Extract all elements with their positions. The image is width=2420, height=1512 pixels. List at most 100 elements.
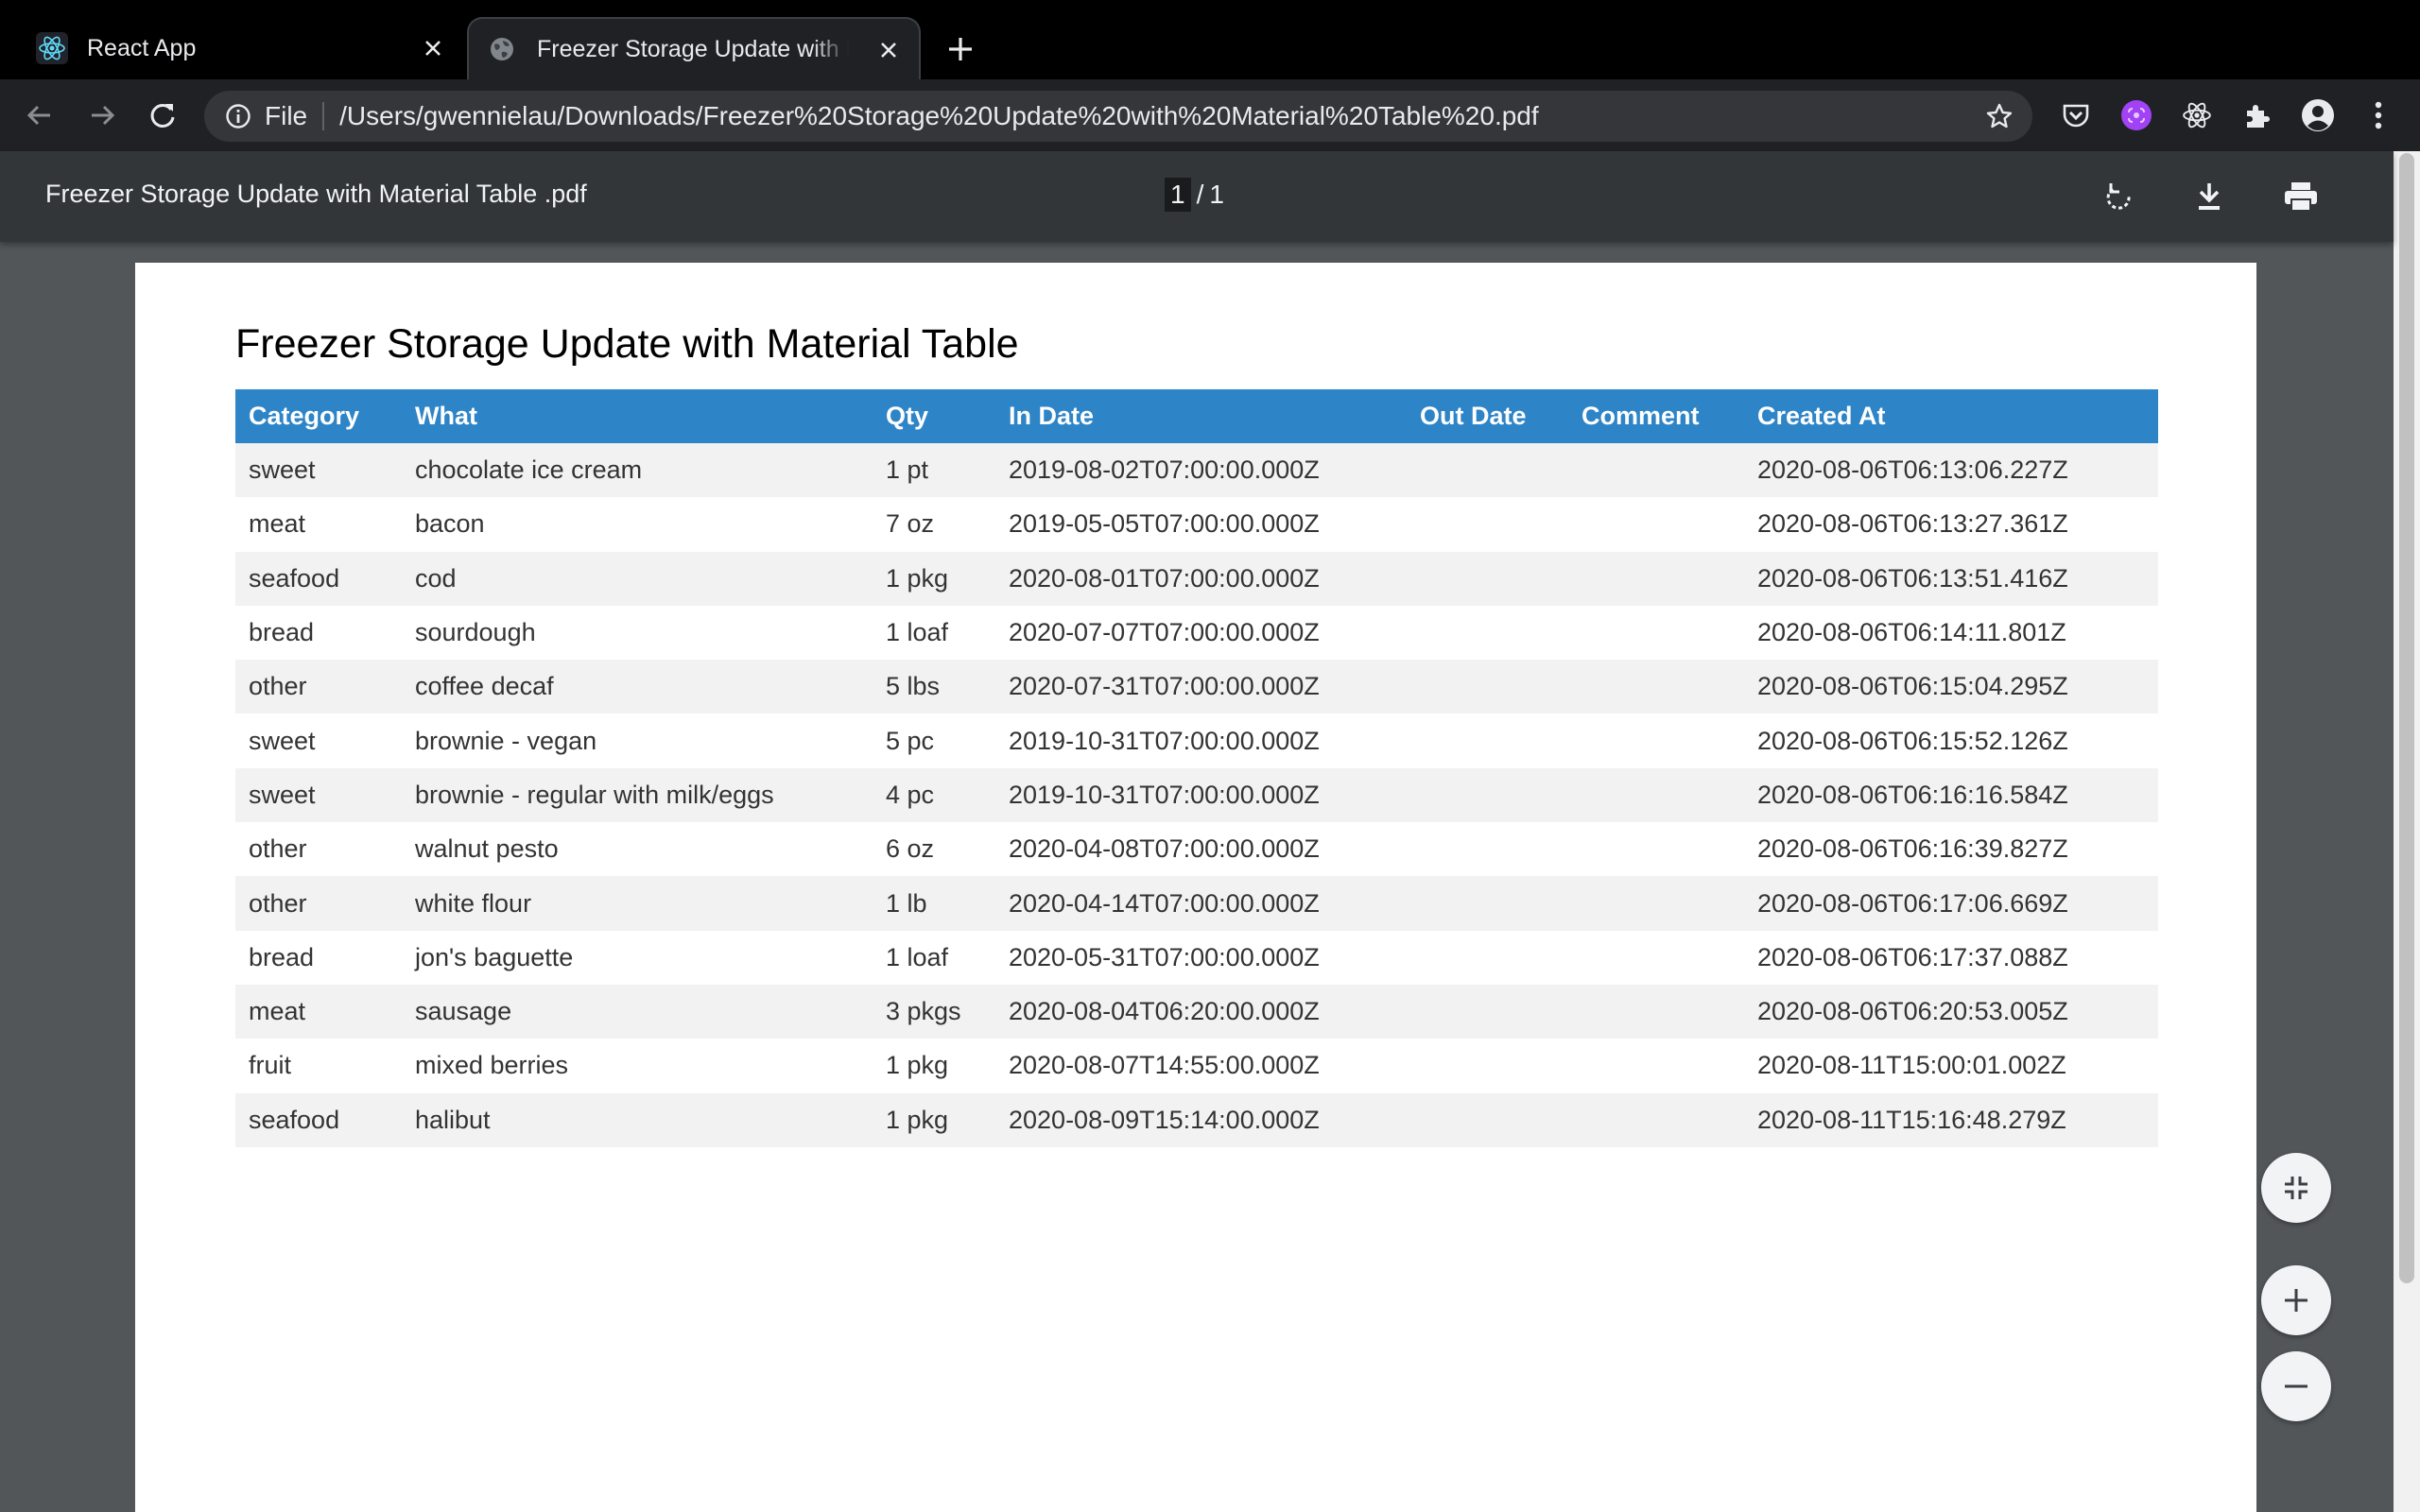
minus-icon — [2285, 1384, 2308, 1388]
column-header-category: Category — [235, 389, 402, 443]
cell-category: sweet — [235, 767, 402, 823]
tab-strip: React App Freezer Storage Update with Ma… — [0, 0, 2420, 79]
cell-qty: 3 pkgs — [873, 984, 995, 1040]
table-header-row: Category What Qty In Date Out Date Comme… — [235, 389, 2158, 443]
scrollbar-thumb[interactable] — [2399, 153, 2414, 1283]
cell-what: jon's baguette — [402, 930, 873, 985]
pdf-toolbar: Freezer Storage Update with Material Tab… — [0, 151, 2394, 242]
tab-react-app[interactable]: React App — [19, 17, 463, 79]
cell-qty: 5 lbs — [873, 660, 995, 714]
cell-what: bacon — [402, 497, 873, 552]
table-row: meat bacon 7 oz 2019-05-05T07:00:00.000Z 202… — [235, 497, 2158, 552]
bookmark-star-icon[interactable] — [1983, 100, 2015, 132]
cell-qty: 1 lb — [873, 876, 995, 931]
cell-in-date: 2020-08-09T15:14:00.000Z — [995, 1092, 1407, 1147]
new-tab-button[interactable] — [942, 30, 979, 68]
zoom-in-button[interactable] — [2261, 1265, 2331, 1335]
cell-comment — [1568, 984, 1744, 1040]
cell-category: meat — [235, 984, 402, 1040]
cell-category: meat — [235, 497, 402, 552]
cell-comment — [1568, 767, 1744, 823]
cell-in-date: 2020-07-31T07:00:00.000Z — [995, 660, 1407, 714]
table-row: fruit mixed berries 1 pkg 2020-08-07T14:55:… — [235, 1039, 2158, 1093]
table-row: bread jon's baguette 1 loaf 2020-05-31T07:0… — [235, 930, 2158, 985]
rotate-button[interactable] — [2099, 176, 2140, 217]
cell-created-at: 2020-08-06T06:17:37.088Z — [1744, 930, 2158, 985]
cell-out-date — [1407, 767, 1568, 823]
plus-icon — [2285, 1289, 2308, 1312]
table-row: sweet chocolate ice cream 1 pt 2019-08-02T0… — [235, 443, 2158, 498]
download-button[interactable] — [2188, 176, 2230, 217]
browser-toolbar: File /Users/gwennielau/Downloads/Freezer… — [0, 79, 2420, 151]
extensions-puzzle-icon[interactable] — [2238, 96, 2276, 134]
cell-comment — [1568, 443, 1744, 498]
cell-category: other — [235, 876, 402, 931]
cell-what: coffee decaf — [402, 660, 873, 714]
pdf-page: Freezer Storage Update with Material Tab… — [135, 263, 2256, 1512]
pocket-icon[interactable] — [2057, 96, 2095, 134]
table-row: other white flour 1 lb 2020-04-14T07:00:00.… — [235, 876, 2158, 931]
profile-avatar-icon[interactable] — [2299, 96, 2337, 134]
cell-category: bread — [235, 605, 402, 661]
page-number-input[interactable]: 1 — [1165, 178, 1191, 212]
reload-icon — [150, 103, 175, 128]
cell-created-at: 2020-08-06T06:13:06.227Z — [1744, 443, 2158, 498]
cell-created-at: 2020-08-06T06:13:51.416Z — [1744, 551, 2158, 606]
cell-qty: 4 pc — [873, 767, 995, 823]
cell-category: fruit — [235, 1039, 402, 1093]
page-indicator: 1 / 1 — [1165, 178, 1224, 212]
close-tab-icon[interactable] — [418, 33, 448, 63]
plus-icon — [949, 38, 972, 60]
cell-out-date — [1407, 551, 1568, 606]
address-bar[interactable]: File /Users/gwennielau/Downloads/Freezer… — [204, 91, 2032, 142]
cell-created-at: 2020-08-06T06:20:53.005Z — [1744, 984, 2158, 1040]
print-button[interactable] — [2280, 176, 2322, 217]
column-header-out-date: Out Date — [1407, 389, 1568, 443]
cell-what: walnut pesto — [402, 822, 873, 877]
menu-kebab-icon[interactable] — [2360, 96, 2397, 134]
fit-page-icon — [2285, 1177, 2308, 1199]
cell-qty: 1 loaf — [873, 930, 995, 985]
cell-in-date: 2019-05-05T07:00:00.000Z — [995, 497, 1407, 552]
arrow-right-icon — [92, 105, 115, 126]
table-row: other coffee decaf 5 lbs 2020-07-31T07:00:0… — [235, 660, 2158, 714]
react-devtools-icon[interactable] — [2178, 96, 2216, 134]
cell-created-at: 2020-08-06T06:15:52.126Z — [1744, 713, 2158, 768]
cell-category: sweet — [235, 713, 402, 768]
react-icon — [36, 32, 68, 64]
column-header-comment: Comment — [1568, 389, 1744, 443]
download-icon — [2199, 183, 2220, 210]
column-header-created-at: Created At — [1744, 389, 2158, 443]
info-icon[interactable] — [223, 101, 253, 131]
cell-comment — [1568, 930, 1744, 985]
cell-comment — [1568, 660, 1744, 714]
cell-qty: 1 pt — [873, 443, 995, 498]
cell-out-date — [1407, 930, 1568, 985]
cell-qty: 1 pkg — [873, 1092, 995, 1147]
tab-pdf[interactable]: Freezer Storage Update with Material Tab… — [467, 17, 921, 79]
cell-category: seafood — [235, 551, 402, 606]
fit-to-page-button[interactable] — [2261, 1153, 2331, 1223]
cell-comment — [1568, 876, 1744, 931]
pdf-file-title: Freezer Storage Update with Material Tab… — [45, 180, 587, 208]
cell-what: chocolate ice cream — [402, 443, 873, 498]
cell-in-date: 2020-08-01T07:00:00.000Z — [995, 551, 1407, 606]
back-button[interactable] — [21, 96, 59, 134]
table-row: bread sourdough 1 loaf 2020-07-07T07:00:00.… — [235, 605, 2158, 661]
zoom-out-button[interactable] — [2261, 1351, 2331, 1421]
table-row: seafood cod 1 pkg 2020-08-01T07:00:00.000Z 2… — [235, 551, 2158, 606]
cell-what: white flour — [402, 876, 873, 931]
column-header-what: What — [402, 389, 873, 443]
reload-button[interactable] — [144, 96, 182, 134]
forward-button[interactable] — [83, 96, 121, 134]
divider — [322, 102, 325, 130]
url-text[interactable]: /Users/gwennielau/Downloads/Freezer%20St… — [339, 101, 1539, 131]
cell-created-at: 2020-08-11T15:16:48.279Z — [1744, 1092, 2158, 1147]
cell-what: sourdough — [402, 605, 873, 661]
cell-qty: 7 oz — [873, 497, 995, 552]
page-total: 1 — [1209, 180, 1224, 209]
scrollbar[interactable] — [2394, 151, 2420, 1512]
extension-purple-icon[interactable] — [2118, 96, 2155, 134]
close-tab-icon[interactable] — [873, 35, 904, 65]
cell-in-date: 2020-07-07T07:00:00.000Z — [995, 605, 1407, 661]
